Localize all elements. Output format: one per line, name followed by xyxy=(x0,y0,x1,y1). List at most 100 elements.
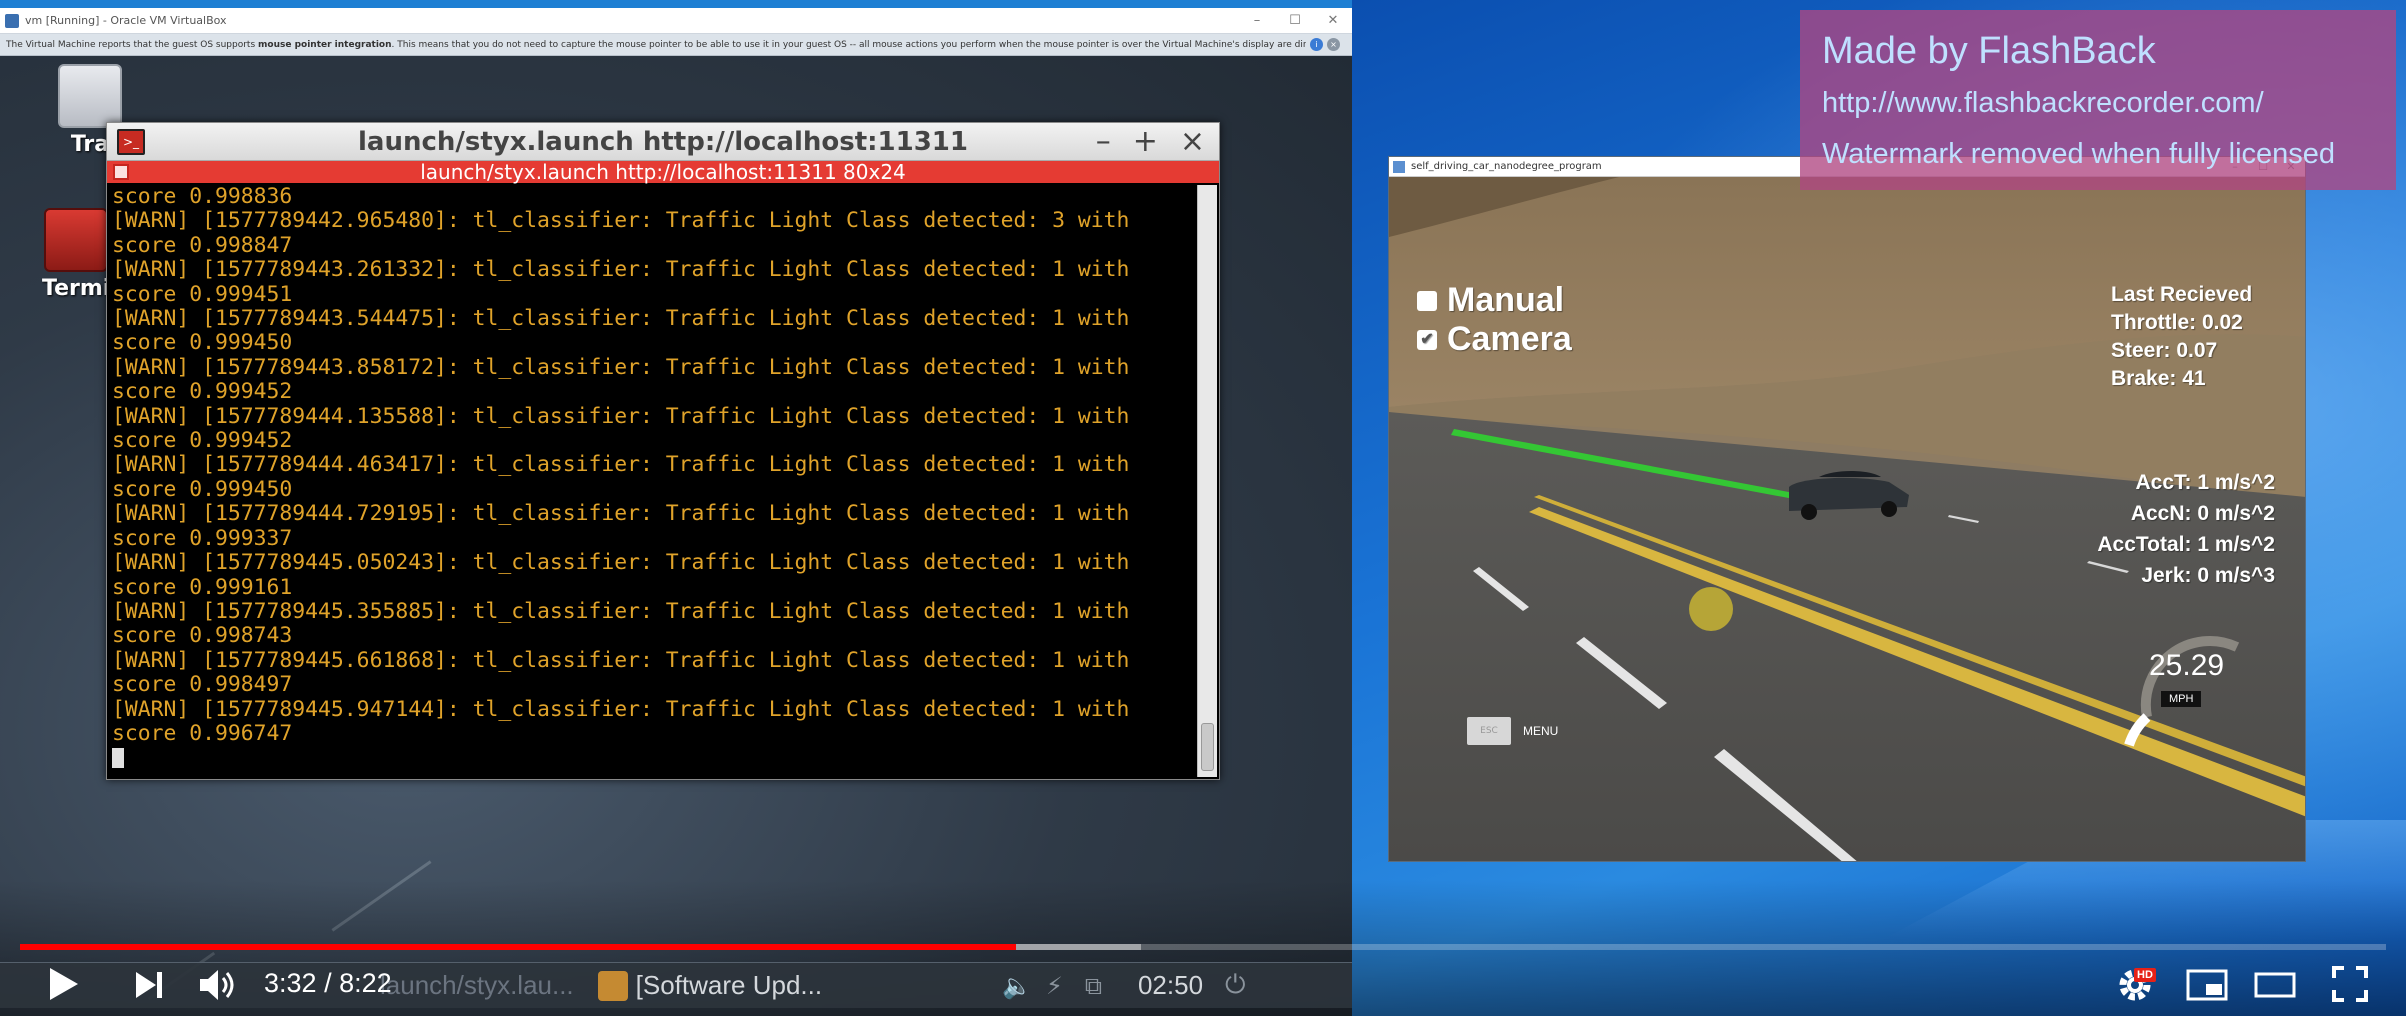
acceleration-stats: AccT: 1 m/s^2 AccN: 0 m/s^2 AccTotal: 1 … xyxy=(2097,467,2275,591)
terminal-line: score 0.999337 xyxy=(112,525,293,551)
last-received-heading: Last Recieved xyxy=(2111,283,2253,306)
virtualbox-app-icon xyxy=(5,13,19,28)
terminal-line: [WARN] [1577789443.261332]: tl_classifie… xyxy=(112,257,1130,283)
terminal-titlebar[interactable]: >_ launch/styx.launch http://localhost:1… xyxy=(107,123,1219,161)
network-tray-icon[interactable]: ⧉ xyxy=(1085,972,1102,1000)
minimize-button[interactable]: – xyxy=(1238,13,1276,28)
terminal-prompt xyxy=(112,746,1195,770)
virtualbox-title: vm [Running] - Oracle VM VirtualBox xyxy=(25,14,227,27)
terminal-line: [WARN] [1577789444.729195]: tl_classifie… xyxy=(112,501,1130,527)
throttle-value: Throttle: 0.02 xyxy=(2111,311,2243,334)
shutdown-icon[interactable]: ⏻ xyxy=(1225,970,1246,1001)
software-update-icon xyxy=(597,970,628,1001)
terminal-line: score 0.999452 xyxy=(112,428,293,454)
current-time: 3:32 xyxy=(264,968,317,998)
terminal-tab-title: launch/styx.launch http://localhost:1131… xyxy=(420,160,906,184)
flashback-watermark: Made by FlashBack http://www.flashbackre… xyxy=(1800,10,2396,190)
esc-key-icon[interactable]: ESC xyxy=(1467,717,1511,745)
terminal-cursor xyxy=(112,748,124,769)
terminal-title: launch/styx.launch http://localhost:1131… xyxy=(358,126,968,157)
fullscreen-icon[interactable] xyxy=(2330,964,2370,1004)
speed-readout: 25.29 xyxy=(2149,649,2225,682)
maximize-button[interactable]: ☐ xyxy=(1276,13,1314,28)
terminal-line: [WARN] [1577789445.661868]: tl_classifie… xyxy=(112,647,1130,673)
mouse-integration-notice: The Virtual Machine reports that the gue… xyxy=(0,34,1352,56)
jerk-value: Jerk: 0 m/s^3 xyxy=(2141,564,2275,587)
camera-label: Camera xyxy=(1447,320,1572,358)
car-wheel xyxy=(1881,501,1897,517)
manual-label: Manual xyxy=(1447,281,1565,319)
desktop-icon-terminal[interactable]: Termi xyxy=(42,208,110,301)
terminal-line: [WARN] [1577789442.965480]: tl_classifie… xyxy=(112,208,1130,234)
camera-option[interactable]: ✔ Camera xyxy=(1417,320,1572,359)
terminal-line: [WARN] [1577789445.355885]: tl_classifie… xyxy=(112,598,1130,624)
video-time: 3:32 / 8:22 xyxy=(264,968,392,999)
terminal-line: [WARN] [1577789443.544475]: tl_classifie… xyxy=(112,306,1130,332)
video-progress-bar[interactable] xyxy=(20,944,2386,950)
camera-checkbox[interactable]: ✔ xyxy=(1417,329,1437,350)
next-icon[interactable] xyxy=(132,968,166,1002)
terminal-line: score 0.998847 xyxy=(112,232,293,258)
simulator-scene: Manual ✔ Camera Last Recieved Throttle: … xyxy=(1389,177,2305,861)
manual-option[interactable]: Manual xyxy=(1417,281,1572,320)
guest-desktop: Tra Termi >_ launch/styx.launch http://l… xyxy=(0,56,1352,1016)
speed-unit: MPH xyxy=(2161,691,2202,707)
terminal-close-button[interactable]: × xyxy=(1180,124,1205,159)
terminal-output[interactable]: score 0.998836 [WARN] [1577789442.965480]… xyxy=(109,185,1195,777)
watermark-line-3: Watermark removed when fully licensed xyxy=(1822,138,2336,170)
accn-value: AccN: 0 m/s^2 xyxy=(2130,502,2275,525)
terminal-line: score 0.999451 xyxy=(112,281,293,307)
terminal-line: score 0.999452 xyxy=(112,379,293,405)
terminal-tab-bar: launch/styx.launch http://localhost:1131… xyxy=(107,160,1219,184)
play-icon[interactable] xyxy=(44,964,82,1004)
terminal-maximize-button[interactable]: + xyxy=(1133,124,1158,159)
progress-played xyxy=(20,944,1017,950)
virtualbox-titlebar[interactable]: vm [Running] - Oracle VM VirtualBox – ☐ … xyxy=(0,8,1352,34)
terminal-line: [WARN] [1577789445.050243]: tl_classifie… xyxy=(112,550,1130,576)
terminal-line: score 0.999161 xyxy=(112,574,293,600)
theater-mode-icon[interactable] xyxy=(2252,966,2298,1004)
terminal-minimize-button[interactable]: – xyxy=(1096,124,1111,159)
terminal-line: score 0.999450 xyxy=(112,330,293,356)
taskbar-item-label: [Software Upd... xyxy=(635,970,823,1000)
watermark-line-1: Made by FlashBack xyxy=(1822,30,2156,72)
steer-value: Steer: 0.07 xyxy=(2111,339,2218,362)
taskbar-item-terminal[interactable]: launch/styx.lau... xyxy=(380,970,574,1001)
terminal-line: [WARN] [1577789444.135588]: tl_classifie… xyxy=(112,403,1130,429)
taskbar-item-label: launch/styx.lau... xyxy=(380,970,574,1000)
terminal-scrollbar[interactable] xyxy=(1197,185,1217,777)
terminal-window[interactable]: >_ launch/styx.launch http://localhost:1… xyxy=(106,122,1220,780)
acct-value: AccT: 1 m/s^2 xyxy=(2135,471,2276,494)
car-wheel xyxy=(1801,504,1817,520)
duration: 8:22 xyxy=(339,968,392,998)
manual-checkbox[interactable] xyxy=(1417,290,1437,311)
unity-app-icon xyxy=(1393,160,1405,173)
time-separator: / xyxy=(316,968,340,998)
acctotal-value: AccTotal: 1 m/s^2 xyxy=(2097,533,2275,556)
simulator-window[interactable]: self_driving_car_nanodegree_program – ☐ … xyxy=(1388,156,2306,862)
terminal-line: score 0.998743 xyxy=(112,623,293,649)
volume-icon[interactable] xyxy=(196,966,240,1004)
terminal-line: score 0.996747 xyxy=(112,720,293,746)
watermark-line-2: http://www.flashbackrecorder.com/ xyxy=(1822,87,2264,119)
notice-message: The Virtual Machine reports that the gue… xyxy=(6,39,1306,50)
guest-clock: 02:50 xyxy=(1137,970,1204,1000)
virtualbox-window: vm [Running] - Oracle VM VirtualBox – ☐ … xyxy=(0,8,1352,1016)
notice-close-icon[interactable]: × xyxy=(1327,38,1340,51)
volume-tray-icon[interactable]: 🔈 xyxy=(1002,972,1032,1000)
taskbar-item-software-update[interactable]: [Software Upd... xyxy=(597,970,823,1001)
terminal-line: [WARN] [1577789444.463417]: tl_classifie… xyxy=(112,452,1130,478)
mouse-click-indicator xyxy=(1689,587,1733,631)
simulator-title: self_driving_car_nanodegree_program xyxy=(1411,161,1602,172)
terminal-line: score 0.998836 xyxy=(112,185,293,209)
menu-label[interactable]: MENU xyxy=(1523,724,1558,738)
close-button[interactable]: ✕ xyxy=(1314,13,1352,28)
miniplayer-icon[interactable] xyxy=(2184,966,2230,1004)
scrollbar-thumb[interactable] xyxy=(1201,723,1214,771)
power-tray-icon[interactable]: ⚡ xyxy=(1046,972,1063,1000)
terminal-line: score 0.998497 xyxy=(112,672,293,698)
terminal-icon xyxy=(44,208,109,272)
control-options: Manual ✔ Camera xyxy=(1417,281,1572,359)
hd-badge: HD xyxy=(2134,968,2156,982)
notice-info-icon[interactable]: i xyxy=(1310,38,1323,51)
